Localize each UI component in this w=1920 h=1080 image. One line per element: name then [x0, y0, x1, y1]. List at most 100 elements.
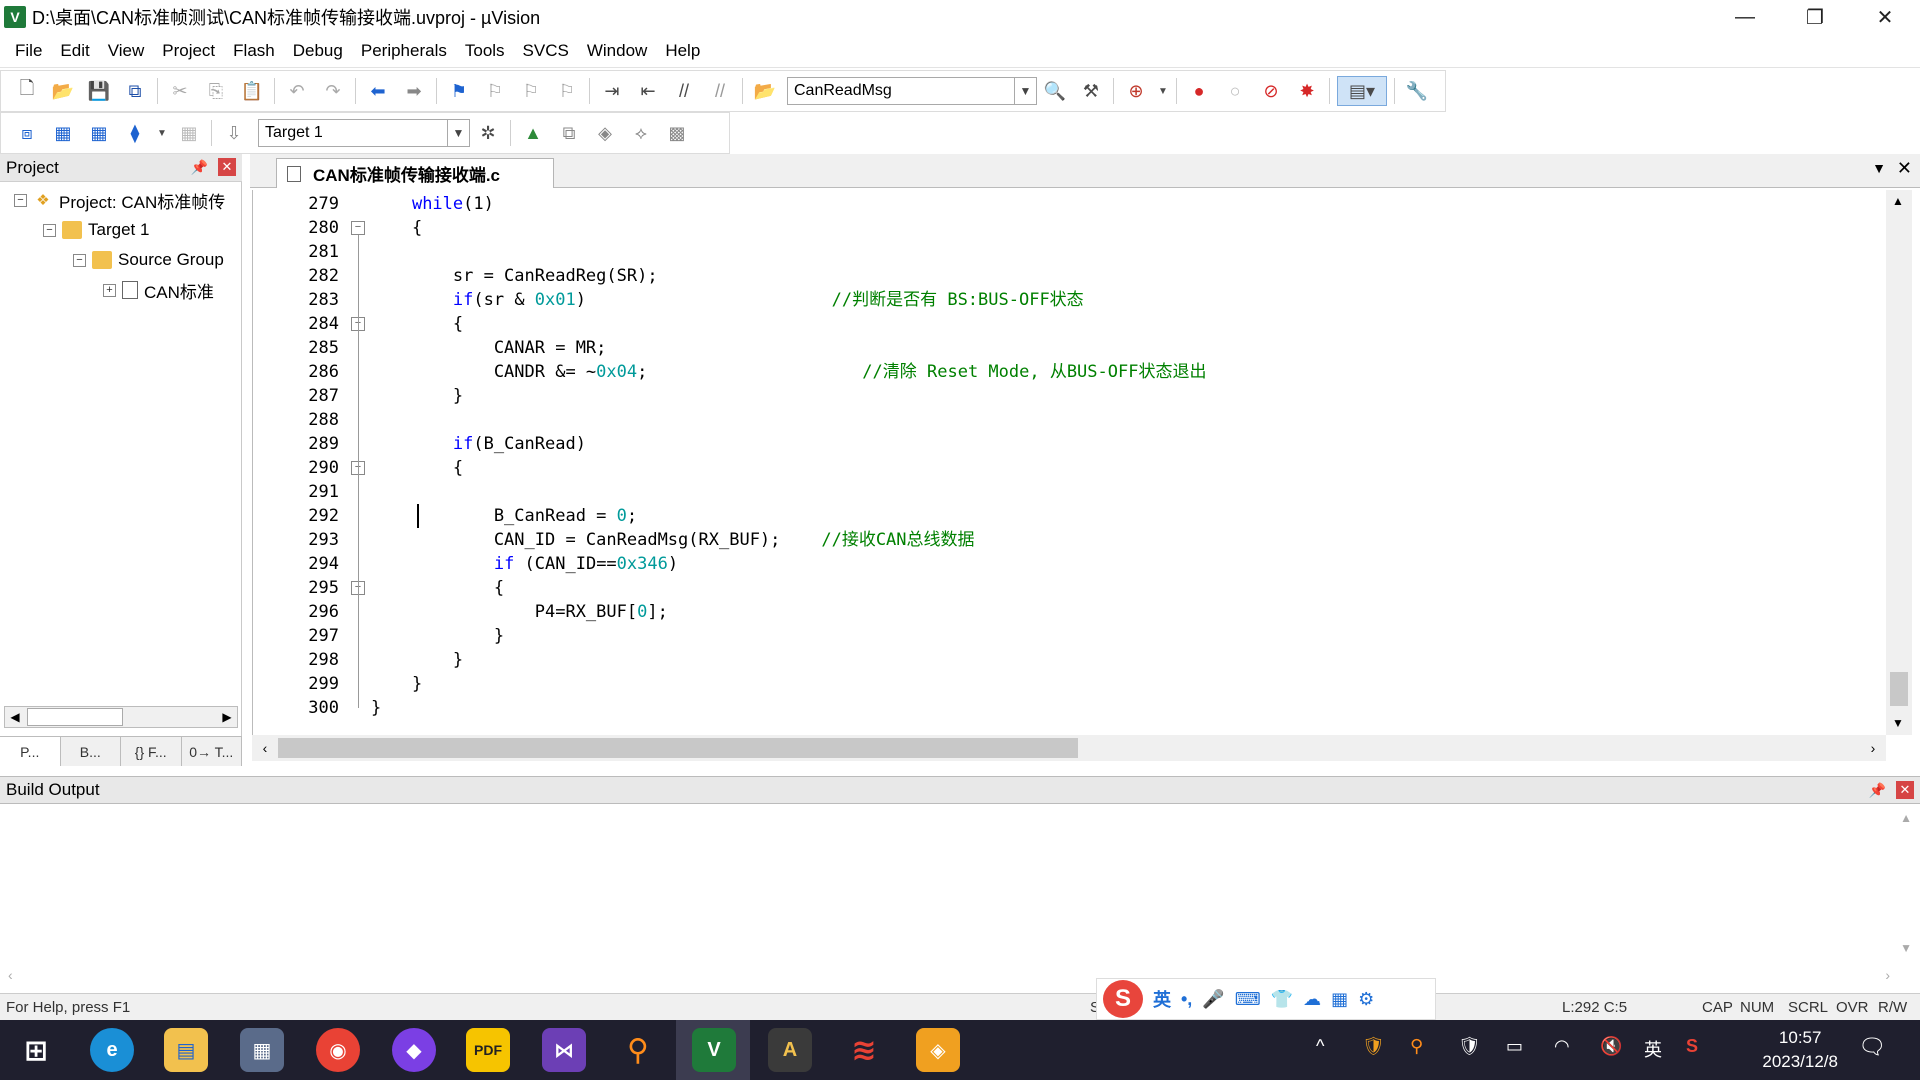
code-line[interactable]: if(B_CanRead)	[371, 432, 586, 456]
window-layout-icon[interactable]: ▤▾	[1337, 76, 1387, 106]
ime-language-toggle[interactable]: 英	[1153, 986, 1171, 1012]
paint-icon[interactable]: ◆	[392, 1028, 436, 1072]
translate-icon[interactable]: ⧈	[12, 118, 42, 148]
code-line[interactable]: }	[371, 624, 504, 648]
indent-icon[interactable]: ⇥	[597, 76, 627, 106]
chrome-icon[interactable]: ◉	[316, 1028, 360, 1072]
tray-search-icon[interactable]: ⚲	[1410, 1036, 1423, 1057]
code-line[interactable]: B_CanRead = 0;	[371, 504, 637, 528]
wifi-icon[interactable]: ◠	[1554, 1036, 1570, 1057]
file-explorer-icon[interactable]: ▤	[164, 1028, 208, 1072]
code-line[interactable]: P4=RX_BUF[0];	[371, 600, 668, 624]
skin-icon[interactable]: 👕	[1271, 989, 1293, 1010]
tab-books[interactable]: B...	[61, 737, 121, 766]
stop-build-icon[interactable]: ▦	[174, 118, 204, 148]
build-icon[interactable]: ▦	[48, 118, 78, 148]
editor-horizontal-scrollbar[interactable]: ‹ ›	[252, 735, 1886, 761]
menu-project[interactable]: Project	[153, 34, 224, 68]
code-line[interactable]: {	[371, 576, 504, 600]
chevron-down-icon[interactable]: ▼	[447, 120, 469, 146]
expand-icon[interactable]: +	[103, 283, 116, 297]
scroll-down-icon[interactable]: ▼	[1892, 716, 1904, 730]
chevron-down-icon[interactable]: ▼	[156, 118, 168, 148]
scroll-left-icon[interactable]: ‹	[8, 967, 13, 983]
ime-punctuation-icon[interactable]: •,	[1181, 989, 1192, 1010]
code-line[interactable]: {	[371, 456, 463, 480]
close-icon[interactable]: ✕	[218, 158, 236, 176]
menu-peripherals[interactable]: Peripherals	[352, 34, 456, 68]
code-line[interactable]: sr = CanReadReg(SR);	[371, 264, 658, 288]
minimize-button[interactable]: —	[1710, 0, 1780, 34]
redo-icon[interactable]: ↷	[318, 76, 348, 106]
code-line[interactable]: {	[371, 312, 463, 336]
tree-project[interactable]: − ❖ Project: CAN标准帧传	[14, 186, 225, 214]
bookmark-icon[interactable]: ⚑	[444, 76, 474, 106]
sogou-logo-icon[interactable]: S	[1103, 980, 1143, 1018]
pack-installer-icon[interactable]: ◈	[590, 118, 620, 148]
scroll-up-icon[interactable]: ▲	[1900, 811, 1912, 825]
code-line[interactable]: CAN_ID = CanReadMsg(RX_BUF); //接收CAN总线数据	[371, 528, 975, 552]
rebuild-icon[interactable]: ▦	[84, 118, 114, 148]
forward-icon[interactable]: ➡	[399, 76, 429, 106]
restore-button[interactable]: ❐	[1780, 0, 1850, 34]
code-line[interactable]: }	[371, 672, 422, 696]
build-output-panel[interactable]: ▲ ▼ ‹ ›	[0, 805, 1920, 993]
scroll-thumb[interactable]	[278, 738, 1078, 758]
scroll-left-icon[interactable]: ‹	[252, 740, 278, 756]
editor-vertical-scrollbar[interactable]: ▲ ▼	[1886, 190, 1912, 735]
menu-tools[interactable]: Tools	[456, 34, 514, 68]
prev-bookmark-icon[interactable]: ⚐	[480, 76, 510, 106]
fold-toggle-icon[interactable]: −	[351, 221, 365, 235]
clear-bookmarks-icon[interactable]: ⚐	[552, 76, 582, 106]
scroll-right-icon[interactable]: ›	[1885, 967, 1890, 983]
pdf-icon[interactable]: PDF	[466, 1028, 510, 1072]
collapse-icon[interactable]: −	[14, 193, 27, 207]
toolbox-icon[interactable]: ▦	[1331, 989, 1348, 1010]
save-all-icon[interactable]: ⧉	[120, 76, 150, 106]
scroll-left-icon[interactable]: ◀	[5, 710, 25, 724]
code-line[interactable]: }	[371, 648, 463, 672]
target-combo[interactable]: Target 1 ▼	[258, 119, 470, 147]
calculator-icon[interactable]: ▦	[240, 1028, 284, 1072]
kill-all-breakpoints-icon[interactable]: ✸	[1292, 76, 1322, 106]
chevron-down-icon[interactable]: ▼	[1157, 76, 1169, 106]
notifications-icon[interactable]: 🗨	[1858, 1034, 1886, 1060]
comment-icon[interactable]: //	[669, 76, 699, 106]
undo-icon[interactable]: ↶	[282, 76, 312, 106]
tab-list-icon[interactable]: ▼	[1872, 160, 1886, 176]
close-icon[interactable]: ✕	[1896, 781, 1914, 799]
code-line[interactable]: {	[371, 216, 422, 240]
code-line[interactable]: if (CAN_ID==0x346)	[371, 552, 678, 576]
tree-source-file[interactable]: + CAN标准	[103, 276, 214, 304]
target-options-icon[interactable]: ✲	[473, 118, 503, 148]
download-icon[interactable]: ⇩	[219, 118, 249, 148]
scroll-thumb[interactable]	[1890, 672, 1908, 706]
pin-icon[interactable]: 📌	[1869, 782, 1886, 799]
tab-functions[interactable]: {} F...	[121, 737, 182, 766]
visual-studio-icon[interactable]: ⋈	[542, 1028, 586, 1072]
code-line[interactable]: if(sr & 0x01) //判断是否有 BS:BUS-OFF状态	[371, 288, 1084, 312]
tray-defender-icon[interactable]: 🛡	[1458, 1036, 1481, 1057]
disable-all-breakpoints-icon[interactable]: ⊘	[1256, 76, 1286, 106]
configure-icon[interactable]: 🔧	[1402, 76, 1432, 106]
editor-tab[interactable]: CAN标准帧传输接收端.c	[276, 158, 554, 188]
function-combo[interactable]: CanReadMsg ▼	[787, 77, 1037, 105]
menu-view[interactable]: View	[99, 34, 154, 68]
code-line[interactable]: }	[371, 696, 381, 720]
find-icon[interactable]: 🔍	[1040, 76, 1070, 106]
new-file-icon[interactable]: 🗋	[12, 76, 42, 106]
code-line[interactable]: CANDR &= ~0x04; //清除 Reset Mode, 从BUS-OF…	[371, 360, 1207, 384]
code-editor[interactable]: 279 while(1) 280− {281 282 sr = CanReadReg…	[252, 190, 1886, 735]
security-app-icon[interactable]: ◈	[916, 1028, 960, 1072]
sogou-tray-icon[interactable]: S	[1686, 1036, 1698, 1057]
unindent-icon[interactable]: ⇤	[633, 76, 663, 106]
scroll-right-icon[interactable]: ›	[1860, 740, 1886, 756]
stc-isp-icon[interactable]: ≋	[842, 1028, 886, 1072]
collapse-icon[interactable]: −	[43, 223, 56, 237]
uncomment-icon[interactable]: //	[705, 76, 735, 106]
open-icon[interactable]: 📂	[48, 76, 78, 106]
find-in-files-icon[interactable]: 📂	[750, 76, 780, 106]
menu-file[interactable]: File	[6, 34, 51, 68]
manage-components-icon[interactable]: ▲	[518, 118, 548, 148]
battery-icon[interactable]: ▭	[1506, 1036, 1523, 1057]
